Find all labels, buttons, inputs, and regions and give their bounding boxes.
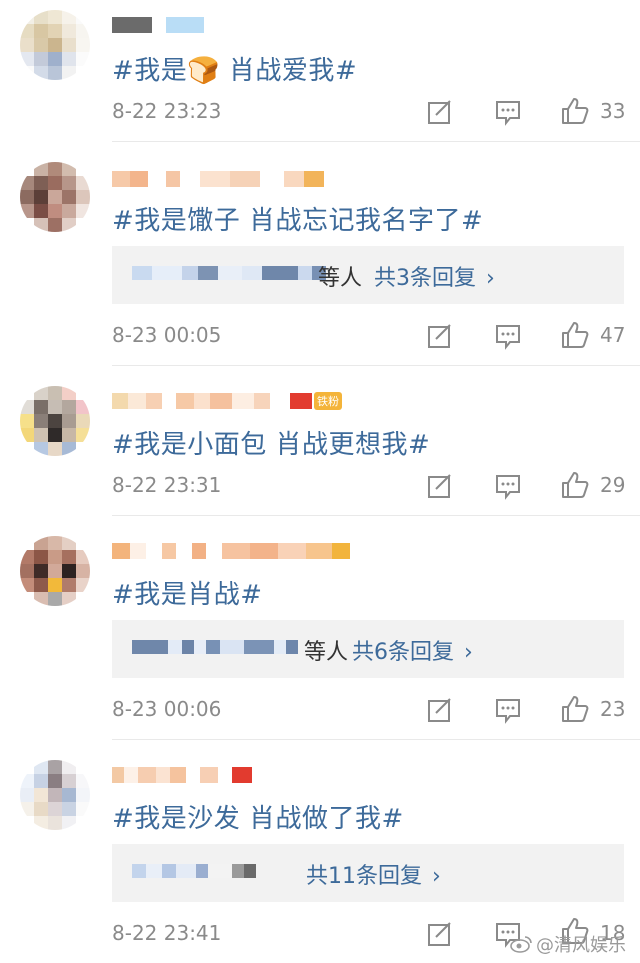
divider xyxy=(112,515,640,516)
thumbs-up-icon[interactable] xyxy=(560,694,590,724)
avatar[interactable] xyxy=(20,10,90,80)
avatar[interactable] xyxy=(20,386,90,456)
watermark: @清风娱乐 xyxy=(510,931,626,957)
username[interactable] xyxy=(112,168,324,190)
avatar[interactable] xyxy=(20,162,90,232)
timestamp: 8-23 00:05 xyxy=(112,323,222,347)
comment-text: #我是沙发 肖战做了我# xyxy=(112,804,404,834)
reply-users xyxy=(132,266,326,280)
comment-text: #我是🍞 肖战爱我# xyxy=(112,56,358,86)
comment-icon[interactable] xyxy=(494,696,522,724)
chevron-right-icon: › xyxy=(486,266,495,291)
chevron-right-icon: › xyxy=(432,864,441,889)
reply-count-link[interactable]: 共3条回复 › xyxy=(374,260,495,292)
thumbs-up-icon[interactable] xyxy=(560,320,590,350)
reply-preview[interactable]: 共11条回复 › xyxy=(112,844,624,902)
reply-count-link[interactable]: 共6条回复 › xyxy=(352,634,473,666)
thumbs-up-icon[interactable] xyxy=(560,96,590,126)
comment-text: #我是馓子 肖战忘记我名字了# xyxy=(112,206,484,236)
username[interactable]: 铁粉 xyxy=(112,390,342,412)
comment-text: #我是小面包 肖战更想我# xyxy=(112,430,431,460)
divider xyxy=(112,141,640,142)
timestamp: 8-22 23:23 xyxy=(112,99,222,123)
edit-icon[interactable] xyxy=(426,98,454,126)
username[interactable] xyxy=(112,14,204,36)
reply-preview[interactable]: 等人 共3条回复 › xyxy=(112,246,624,304)
username[interactable] xyxy=(112,540,350,562)
like-count: 29 xyxy=(600,473,626,497)
chevron-right-icon: › xyxy=(464,640,473,665)
weibo-logo-icon xyxy=(510,936,532,953)
edit-icon[interactable] xyxy=(426,322,454,350)
fan-badge: 铁粉 xyxy=(314,392,342,410)
reply-suffix: 等人 xyxy=(318,266,363,291)
reply-suffix: 等人 xyxy=(304,640,349,665)
comment-text: #我是肖战# xyxy=(112,580,263,610)
reply-count-link[interactable]: 共11条回复 › xyxy=(306,858,441,890)
edit-icon[interactable] xyxy=(426,920,454,948)
thumbs-up-icon[interactable] xyxy=(560,470,590,500)
like-count: 33 xyxy=(600,99,626,123)
timestamp: 8-22 23:41 xyxy=(112,921,222,945)
username[interactable] xyxy=(112,764,252,786)
timestamp: 8-23 00:06 xyxy=(112,697,222,721)
reply-preview[interactable]: 等人 共6条回复 › xyxy=(112,620,624,678)
edit-icon[interactable] xyxy=(426,696,454,724)
reply-users xyxy=(132,864,256,878)
edit-icon[interactable] xyxy=(426,472,454,500)
avatar[interactable] xyxy=(20,536,90,606)
comment-icon[interactable] xyxy=(494,472,522,500)
reply-users xyxy=(132,640,298,654)
divider xyxy=(112,365,640,366)
comment-icon[interactable] xyxy=(494,98,522,126)
comment-icon[interactable] xyxy=(494,322,522,350)
timestamp: 8-22 23:31 xyxy=(112,473,222,497)
divider xyxy=(112,739,640,740)
like-count: 23 xyxy=(600,697,626,721)
avatar[interactable] xyxy=(20,760,90,830)
like-count: 47 xyxy=(600,323,626,347)
